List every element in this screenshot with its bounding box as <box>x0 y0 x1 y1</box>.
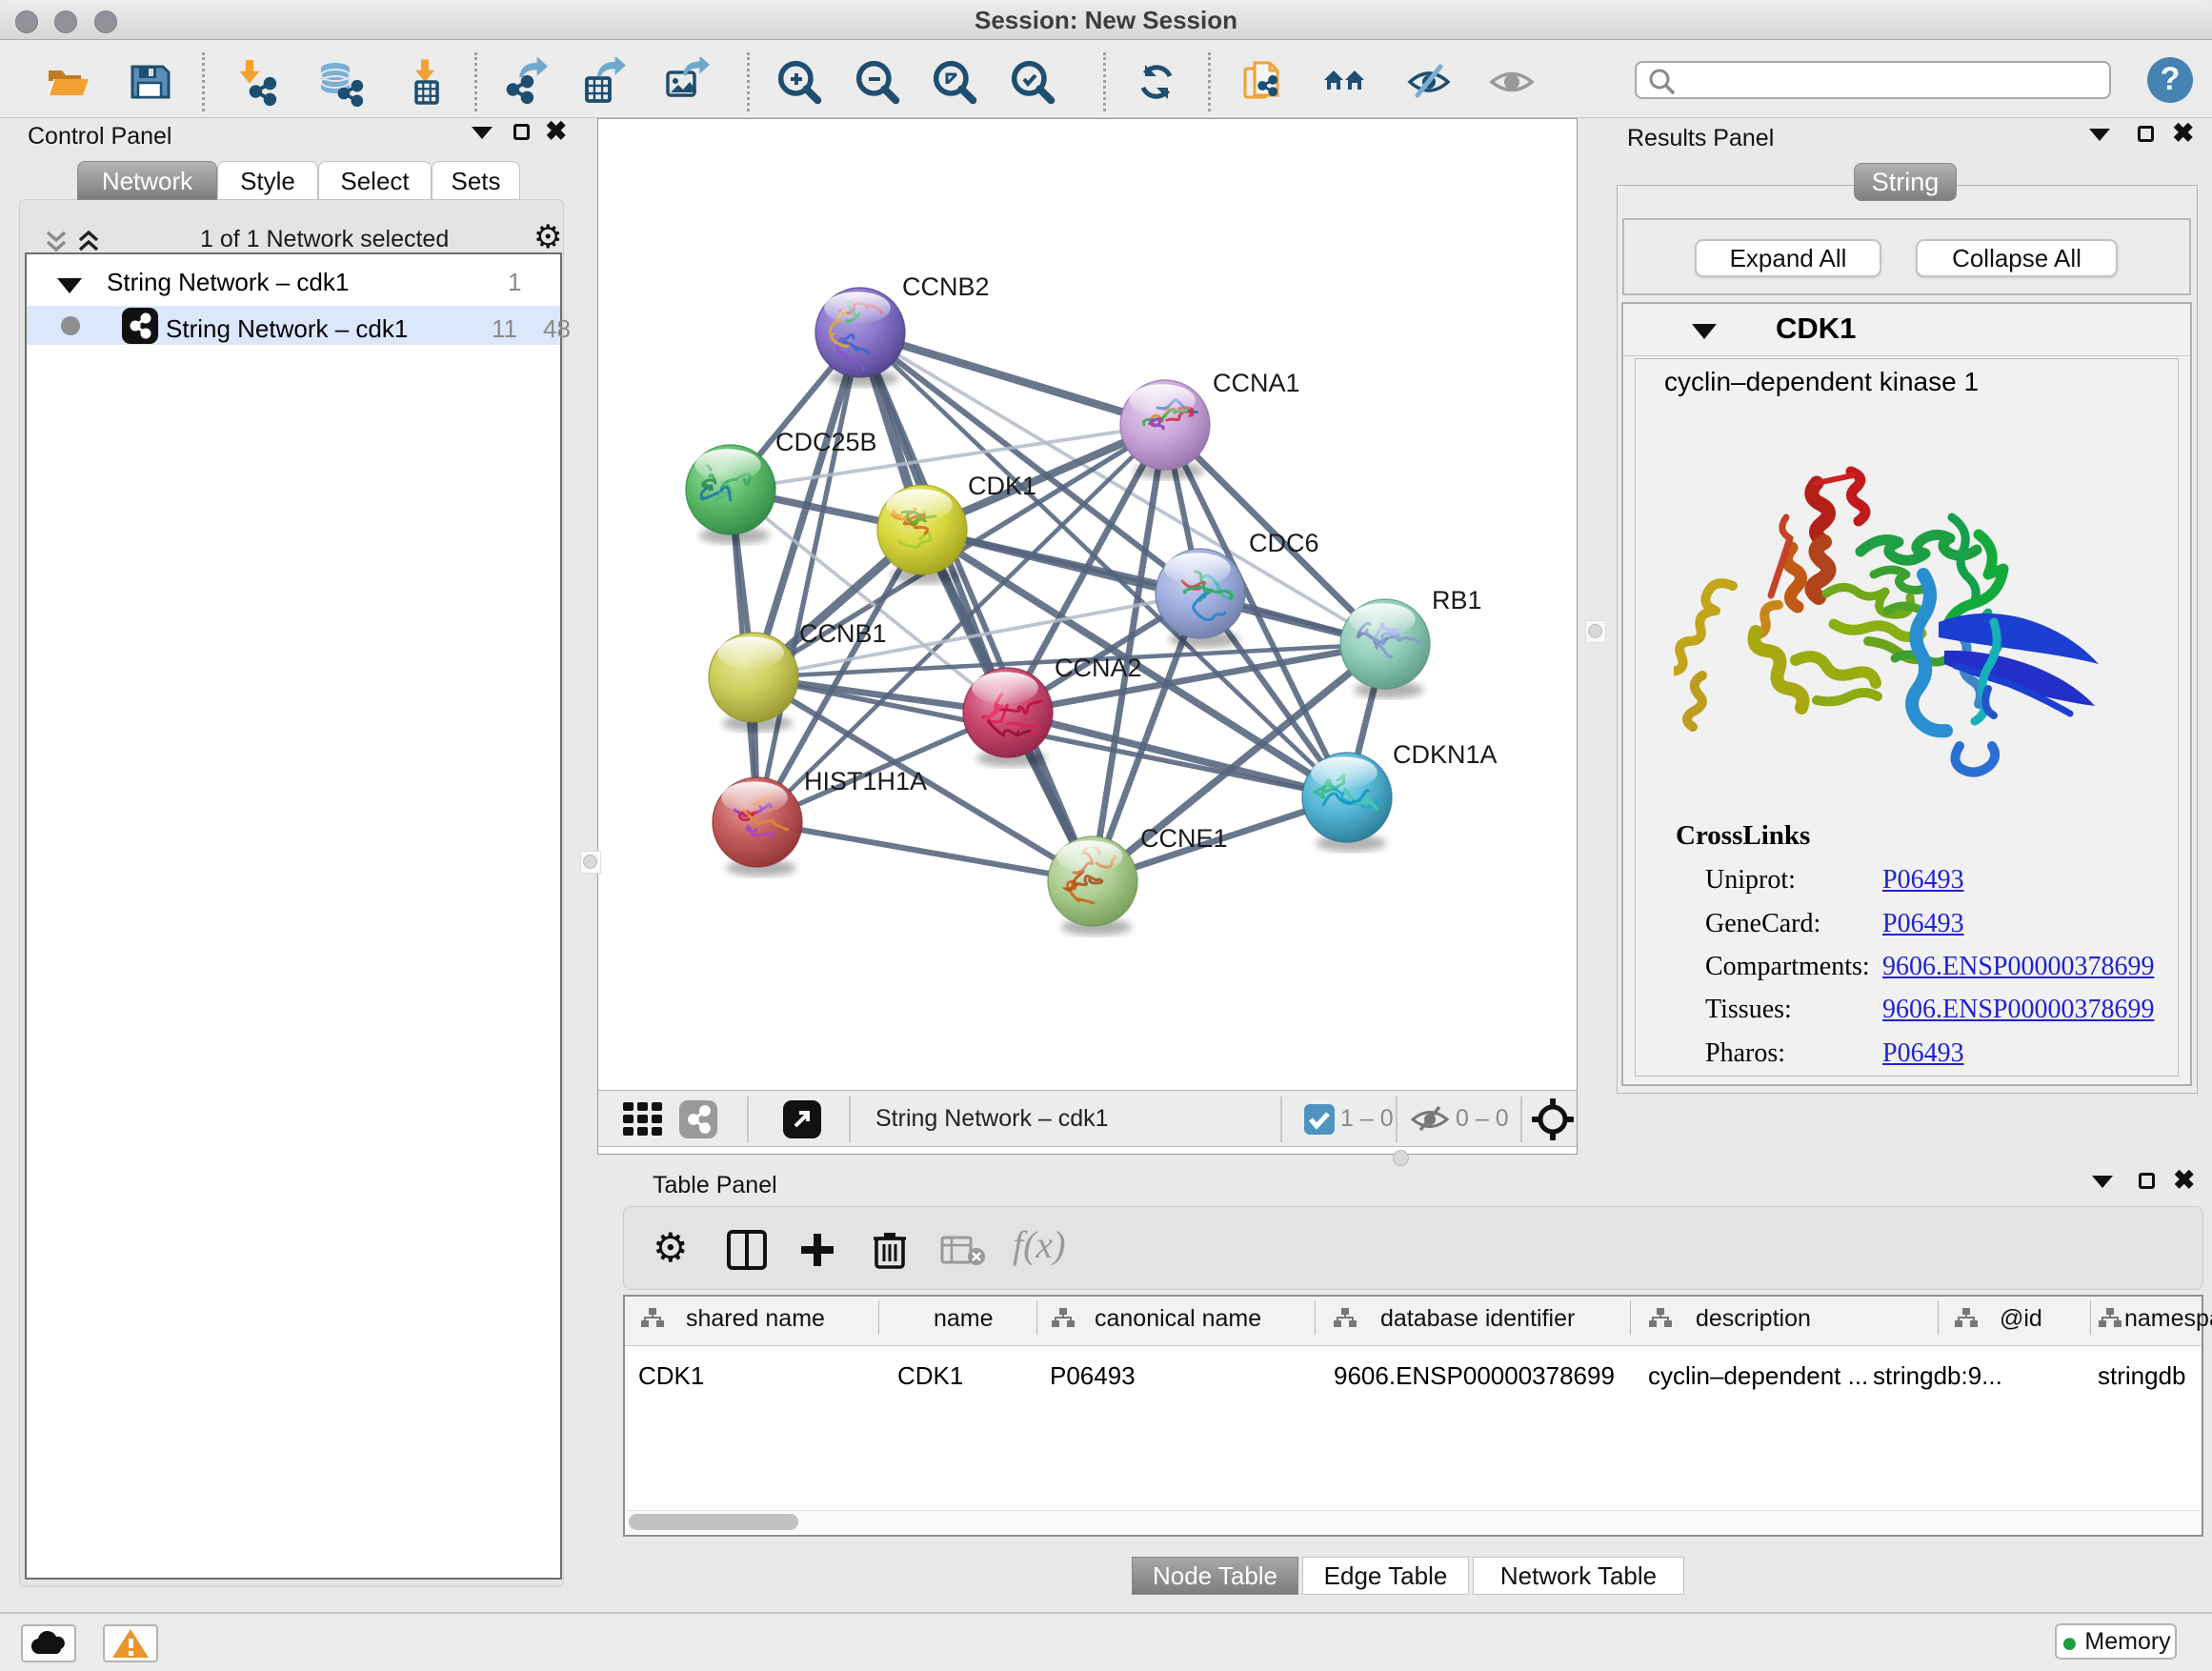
svg-text:CDK1: CDK1 <box>968 472 1036 500</box>
svg-text:RB1: RB1 <box>1432 586 1482 614</box>
svg-text:CDKN1A: CDKN1A <box>1393 740 1498 769</box>
svg-text:CCNE1: CCNE1 <box>1140 824 1228 853</box>
svg-text:CDC25B: CDC25B <box>775 428 877 456</box>
svg-text:CCNB1: CCNB1 <box>799 619 887 648</box>
svg-text:HIST1H1A: HIST1H1A <box>804 767 927 795</box>
svg-text:CCNA1: CCNA1 <box>1213 369 1300 397</box>
svg-text:CDC6: CDC6 <box>1249 529 1319 557</box>
svg-text:CCNA2: CCNA2 <box>1055 654 1142 682</box>
svg-text:CCNB2: CCNB2 <box>902 272 990 301</box>
